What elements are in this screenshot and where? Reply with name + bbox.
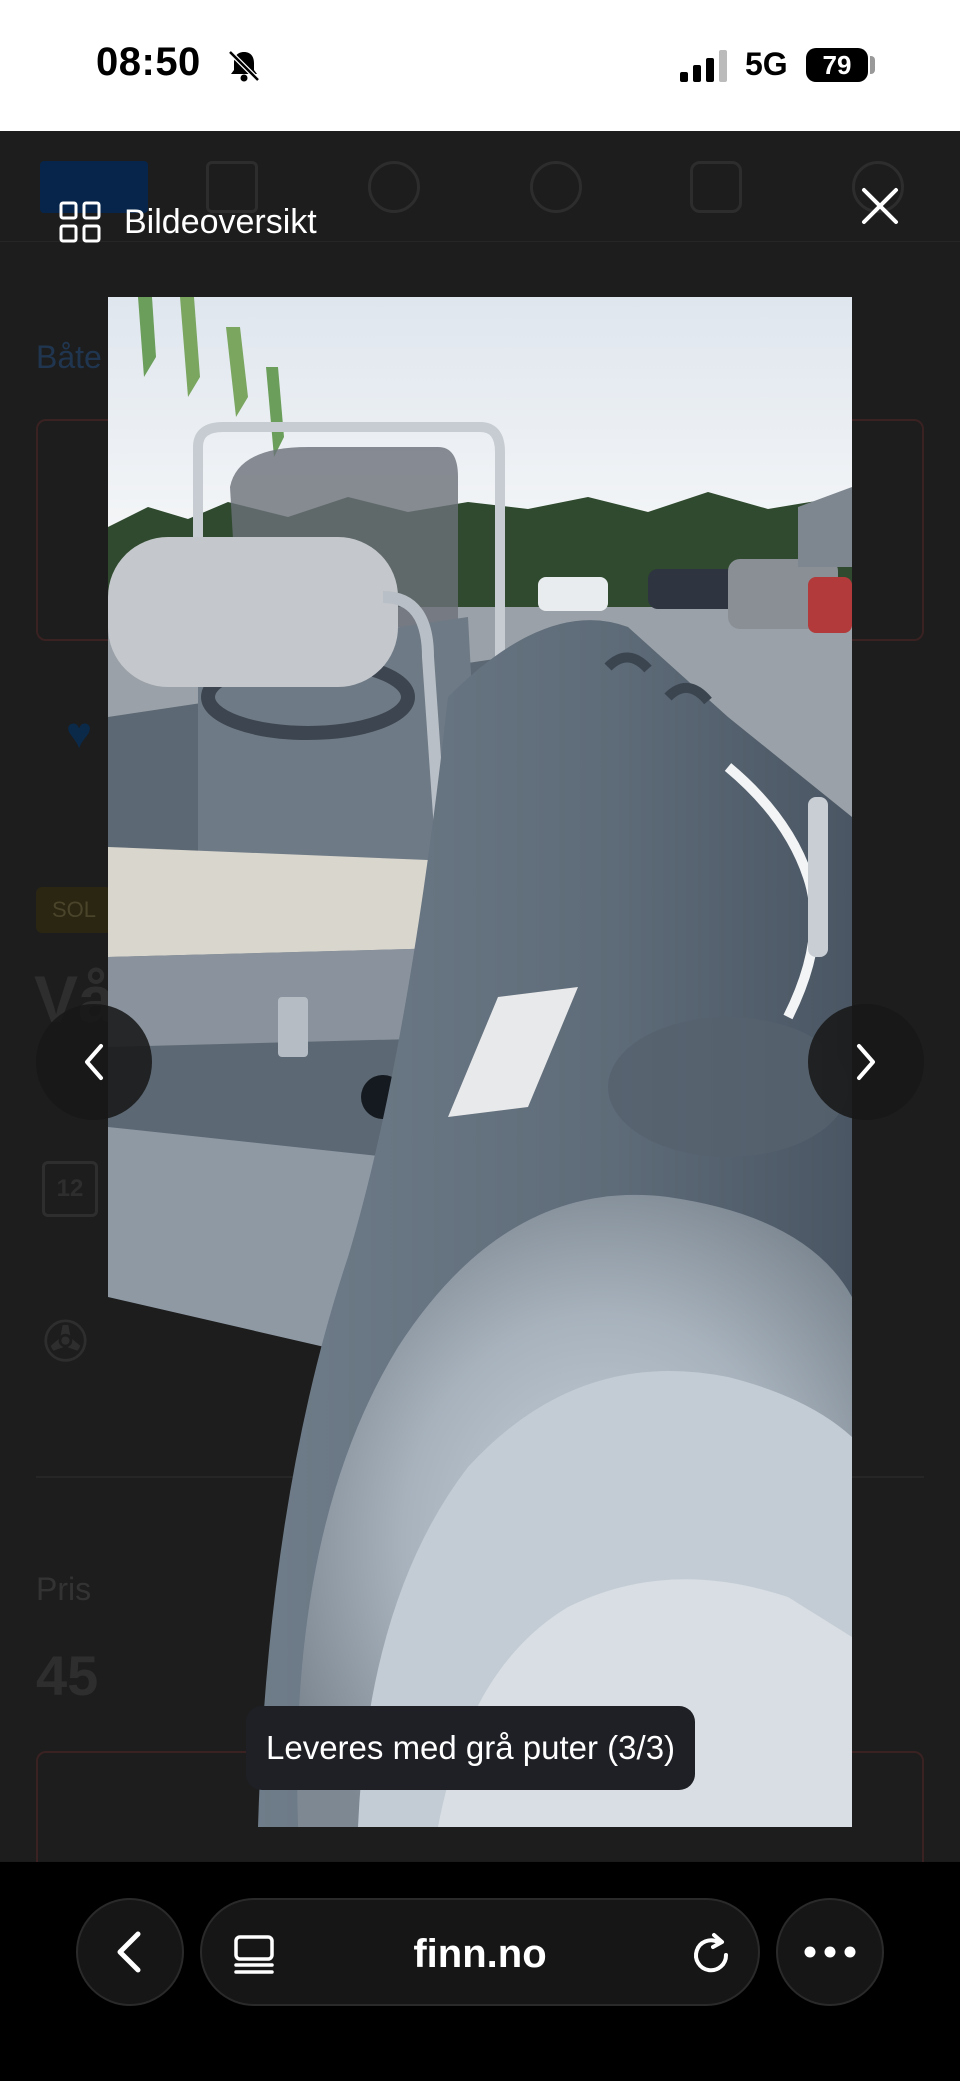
back-icon [117, 1931, 141, 1973]
close-icon[interactable] [852, 178, 908, 234]
browser-toolbar: finn.no [0, 1862, 960, 2081]
price-value: 45 [36, 1644, 99, 1707]
url-text: finn.no [413, 1932, 547, 1976]
image-overview-label: Bildeoversikt [124, 202, 317, 241]
signal-icon [680, 50, 727, 82]
chevron-right-icon [857, 1044, 875, 1080]
network-type: 5G [745, 46, 788, 82]
battery-cap [870, 56, 875, 74]
address-bar[interactable]: finn.no [200, 1898, 760, 2006]
chat-icon [690, 161, 742, 213]
propeller-icon: ✇ [42, 1310, 89, 1373]
plus-circle-icon [530, 161, 582, 213]
previous-image-button[interactable] [36, 1004, 152, 1120]
status-time: 08:50 [96, 40, 201, 84]
image-overview-button[interactable]: Bildeoversikt [58, 200, 317, 244]
next-image-button[interactable] [808, 1004, 924, 1120]
bell-slash-icon [228, 50, 260, 82]
browser-back-button[interactable] [76, 1898, 184, 2006]
reload-icon[interactable] [688, 1932, 734, 1978]
status-bar: 08:50 5G 79 [0, 0, 960, 131]
boat-photo-illustration [108, 297, 852, 1827]
calendar-icon: 12 [42, 1161, 98, 1217]
status-badge: SOL [36, 887, 113, 933]
photo-caption: Leveres med grå puter (3/3) [246, 1706, 696, 1790]
battery-indicator: 79 [806, 48, 868, 82]
chevron-left-icon [85, 1044, 103, 1080]
grid-icon [59, 201, 101, 243]
listing-photo[interactable] [108, 297, 852, 1827]
breadcrumb: Båte [36, 339, 102, 375]
more-options-button[interactable] [776, 1898, 884, 2006]
price-label: Pris [36, 1571, 92, 1607]
bell-icon [368, 161, 420, 213]
heart-icon: ♥ [66, 709, 93, 758]
more-icon [804, 1946, 856, 1958]
